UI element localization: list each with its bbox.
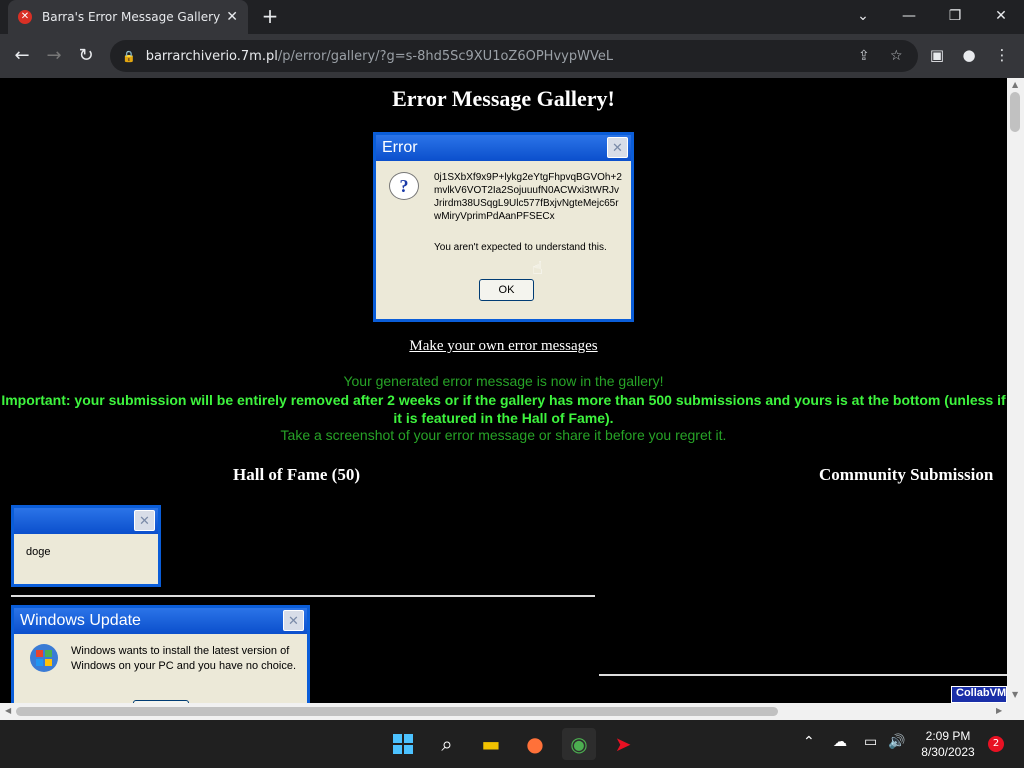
scroll-down-icon[interactable]: ▼: [1012, 690, 1018, 699]
windows-update-icon: [30, 644, 58, 672]
volume-icon[interactable]: 🔊: [888, 734, 905, 750]
search-icon[interactable]: ⌕: [430, 728, 464, 760]
scroll-left-icon[interactable]: ◀: [5, 706, 11, 715]
scroll-up-icon[interactable]: ▲: [1012, 80, 1018, 89]
browser-tab[interactable]: ✕ Barra's Error Message Gallery ✕: [8, 0, 248, 34]
side-panel-icon[interactable]: ▣: [927, 46, 947, 64]
notification-badge[interactable]: 2: [988, 736, 1004, 752]
tab-search-icon[interactable]: ⌄: [848, 6, 878, 26]
doge-text: doge: [26, 546, 51, 558]
windows-update-titlebar: Windows Update ✕: [14, 608, 307, 634]
close-window-button[interactable]: ✕: [986, 6, 1016, 26]
tab-strip: ✕ Barra's Error Message Gallery ✕ + ⌄ — …: [0, 0, 1024, 34]
page-title: Error Message Gallery!: [392, 86, 615, 111]
profile-icon[interactable]: ●: [959, 46, 979, 64]
start-button[interactable]: [386, 728, 420, 760]
tab-title: Barra's Error Message Gallery: [42, 10, 221, 24]
error-text: 0j1SXbXf9x9P+lykg2eYtgFhpvqBGVOh+2mvlkV6…: [434, 172, 622, 222]
make-own-link[interactable]: Make your own error messages: [0, 338, 1007, 355]
hint-message: Take a screenshot of your error message …: [280, 427, 727, 443]
clock-date: 8/30/2023: [921, 745, 975, 759]
vertical-scroll-thumb[interactable]: [1010, 92, 1020, 132]
windows-update-window[interactable]: Windows Update ✕ Windows wants to instal…: [11, 605, 310, 703]
close-icon[interactable]: ✕: [283, 610, 304, 631]
close-icon[interactable]: ✕: [607, 137, 628, 158]
community-heading: Community Submission: [819, 465, 994, 484]
hall-of-fame-heading: Hall of Fame (50): [233, 465, 360, 484]
tab-close-icon[interactable]: ✕: [226, 9, 238, 25]
clock-time: 2:09 PM: [925, 729, 971, 743]
status-message: Your generated error message is now in t…: [343, 373, 664, 389]
forward-button[interactable]: →: [42, 44, 66, 68]
firefox-icon[interactable]: ●: [518, 728, 552, 760]
windows-update-title: Windows Update: [20, 612, 141, 629]
bookmark-star-icon[interactable]: ☆: [890, 48, 903, 64]
tray-chevron-icon[interactable]: ⌃: [803, 734, 815, 750]
chrome-icon[interactable]: ◉: [562, 728, 596, 760]
app-icon[interactable]: ➤: [606, 728, 640, 760]
address-bar[interactable]: 🔒 barrarchiverio.7m.pl/p/error/gallery/?…: [110, 40, 918, 72]
browser-toolbar: ← → ↻ 🔒 barrarchiverio.7m.pl/p/error/gal…: [0, 34, 1024, 78]
warning-message: Important: your submission will be entir…: [1, 392, 1006, 426]
file-explorer-icon[interactable]: ▬: [474, 728, 508, 760]
error-note: You aren't expected to understand this.: [434, 242, 607, 253]
minimize-button[interactable]: —: [894, 6, 924, 26]
vertical-scrollbar[interactable]: ▲ ▼: [1007, 78, 1024, 703]
lock-icon: 🔒: [122, 49, 136, 63]
network-icon[interactable]: ▭: [864, 734, 877, 750]
new-tab-button[interactable]: +: [258, 4, 282, 28]
collabvm-badge[interactable]: CollabVM: [951, 686, 1007, 703]
page-content: Error Message Gallery! Error ✕ ? 0j1SXbX…: [0, 78, 1007, 703]
clock[interactable]: 2:09 PM 8/30/2023: [914, 728, 982, 760]
restore-button[interactable]: ❐: [940, 6, 970, 26]
question-icon: ?: [389, 172, 419, 200]
taskbar: ⌕ ▬ ● ◉ ➤ ⌃ ☁ ▭ 🔊 2:09 PM 8/30/2023 2: [0, 720, 1024, 768]
share-icon[interactable]: ⇪: [858, 48, 870, 64]
horizontal-scrollbar[interactable]: ◀ ▶: [0, 703, 1024, 720]
menu-icon[interactable]: ⋮: [992, 46, 1012, 64]
tab-favicon-icon: ✕: [18, 10, 32, 24]
error-dialog: Error ✕ ? 0j1SXbXf9x9P+lykg2eYtgFhpvqBGV…: [373, 132, 634, 322]
doge-titlebar: ✕: [14, 508, 158, 534]
error-dialog-titlebar: Error ✕: [376, 135, 631, 161]
scroll-right-icon[interactable]: ▶: [996, 706, 1002, 715]
divider: [11, 595, 595, 597]
close-icon[interactable]: ✕: [134, 510, 155, 531]
windows-update-text: Windows wants to install the latest vers…: [71, 645, 297, 672]
back-button[interactable]: ←: [10, 44, 34, 68]
error-dialog-title: Error: [382, 139, 418, 156]
doge-error-window[interactable]: ✕ doge: [11, 505, 161, 587]
onedrive-icon[interactable]: ☁: [833, 734, 847, 750]
reload-button[interactable]: ↻: [74, 44, 98, 68]
horizontal-scroll-thumb[interactable]: [16, 707, 778, 716]
divider: [599, 674, 1007, 676]
url-text: barrarchiverio.7m.pl/p/error/gallery/?g=…: [145, 48, 614, 64]
ok-button[interactable]: OK: [479, 279, 534, 301]
hand-cursor-icon: ☝: [532, 258, 543, 279]
